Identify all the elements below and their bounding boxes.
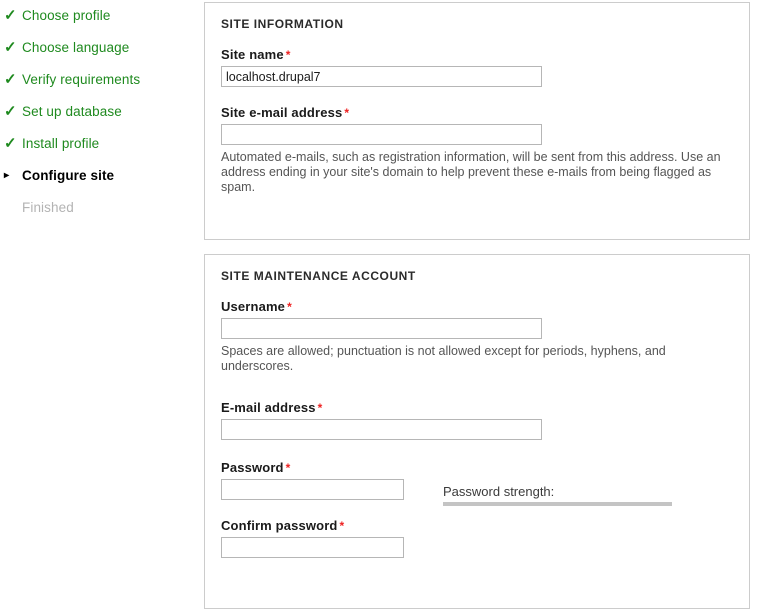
task-item-verify-requirements: ✓ Verify requirements xyxy=(0,64,200,96)
check-icon: ✓ xyxy=(4,71,17,88)
task-item-set-up-database: ✓ Set up database xyxy=(0,96,200,128)
password-label: Password * xyxy=(221,460,421,475)
required-marker: * xyxy=(287,300,292,314)
site-information-fieldset: SITE INFORMATION Site name* Site e-mail … xyxy=(204,2,750,240)
site-name-label: Site name * xyxy=(221,47,733,62)
username-input[interactable] xyxy=(221,318,542,339)
password-fields: Password * Confirm password * xyxy=(221,460,421,558)
required-marker: * xyxy=(285,48,291,62)
check-icon: ✓ xyxy=(4,103,17,120)
task-label: Verify requirements xyxy=(22,72,141,87)
site-email-description: Automated e-mails, such as registration … xyxy=(221,150,721,194)
form-item-confirm-password: Confirm password * xyxy=(221,518,421,558)
required-marker: * xyxy=(285,461,291,475)
arrow-right-icon: ▸ xyxy=(4,170,10,181)
password-strength-bar xyxy=(443,502,672,506)
account-email-label-text: E-mail address xyxy=(221,400,316,415)
password-strength-indicator: Password strength: xyxy=(443,484,672,506)
task-label: Set up database xyxy=(22,104,122,119)
install-configure-site-page: ✓ Choose profile ✓ Choose language ✓ Ver… xyxy=(0,0,759,614)
password-strength-title-text: Password strength: xyxy=(443,484,555,499)
confirm-password-input[interactable] xyxy=(221,537,404,558)
task-label: Choose language xyxy=(22,40,130,55)
form-item-password: Password * xyxy=(221,460,421,500)
check-icon: ✓ xyxy=(4,39,17,56)
task-label: Configure site xyxy=(22,168,115,183)
site-name-label-text: Site name xyxy=(221,47,284,62)
username-description: Spaces are allowed; punctuation is not a… xyxy=(221,344,666,373)
no-marker-icon xyxy=(4,192,20,224)
site-email-input[interactable] xyxy=(221,124,542,145)
password-label-text: Password xyxy=(221,460,284,475)
form-item-username: Username * Spaces are allowed; punctuatio… xyxy=(221,299,733,374)
task-item-configure-site: ▸ Configure site xyxy=(0,160,200,192)
site-maintenance-account-fieldset: SITE MAINTENANCE ACCOUNT Username * Space… xyxy=(204,254,750,609)
site-name-input[interactable] xyxy=(221,66,542,87)
account-email-label: E-mail address * xyxy=(221,400,733,415)
required-marker: * xyxy=(339,519,345,533)
site-maintenance-legend: SITE MAINTENANCE ACCOUNT xyxy=(221,269,416,283)
form-item-account-email: E-mail address * xyxy=(221,400,733,440)
password-input[interactable] xyxy=(221,479,404,500)
task-label: Install profile xyxy=(22,136,100,151)
site-email-label-text: Site e-mail address xyxy=(221,105,343,120)
task-item-install-profile: ✓ Install profile xyxy=(0,128,200,160)
username-label: Username * xyxy=(221,299,733,314)
task-label: Finished xyxy=(22,200,74,215)
site-email-label: Site e-mail address * xyxy=(221,105,733,120)
task-item-finished: Finished xyxy=(0,192,200,224)
check-icon: ✓ xyxy=(4,7,17,24)
required-marker: * xyxy=(317,401,323,415)
password-row: Password * Confirm password * Password str… xyxy=(221,460,733,558)
task-item-choose-language: ✓ Choose language xyxy=(0,32,200,64)
required-marker: * xyxy=(344,106,350,120)
check-icon: ✓ xyxy=(4,135,17,152)
task-item-choose-profile: ✓ Choose profile xyxy=(0,0,200,32)
username-label-text: Username xyxy=(221,299,286,314)
install-task-list: ✓ Choose profile ✓ Choose language ✓ Ver… xyxy=(0,0,200,614)
confirm-password-label-text: Confirm password xyxy=(221,518,338,533)
site-information-legend: SITE INFORMATION xyxy=(221,17,344,31)
task-label: Choose profile xyxy=(22,8,111,23)
form-item-site-name: Site name * xyxy=(221,47,733,87)
confirm-password-label: Confirm password * xyxy=(221,518,421,533)
form-item-site-email: Site e-mail address * Automated e-mails, … xyxy=(221,105,733,195)
password-strength-title: Password strength: xyxy=(443,484,672,499)
account-email-input[interactable] xyxy=(221,419,542,440)
